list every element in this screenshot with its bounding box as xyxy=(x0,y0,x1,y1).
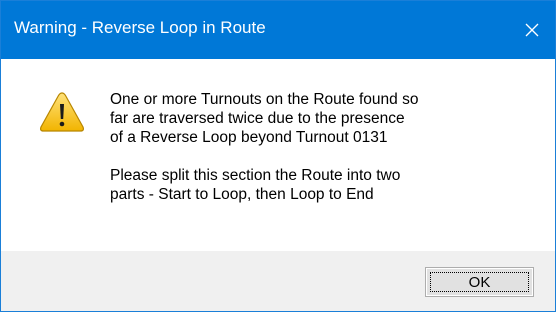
warning-icon xyxy=(39,92,85,132)
ok-button-label: OK xyxy=(468,273,491,291)
close-button[interactable] xyxy=(509,1,555,59)
close-icon xyxy=(525,23,539,37)
dialog-content: One or more Turnouts on the Route found … xyxy=(1,59,555,251)
message-text: One or more Turnouts on the Route found … xyxy=(110,90,418,204)
warning-dialog: Warning - Reverse Loop in Route One or m… xyxy=(0,0,556,312)
title-bar[interactable]: Warning - Reverse Loop in Route xyxy=(1,1,555,59)
dialog-title: Warning - Reverse Loop in Route xyxy=(14,18,266,37)
message-line: parts - Start to Loop, then Loop to End xyxy=(110,186,374,203)
message-line: far are traversed twice due to the prese… xyxy=(110,110,405,127)
message-line: Please split this section the Route into… xyxy=(110,167,401,184)
message-line: One or more Turnouts on the Route found … xyxy=(110,91,419,108)
message-line: of a Reverse Loop beyond Turnout 0131 xyxy=(110,129,388,146)
ok-button[interactable]: OK xyxy=(425,267,534,297)
button-bar: OK xyxy=(1,251,555,311)
